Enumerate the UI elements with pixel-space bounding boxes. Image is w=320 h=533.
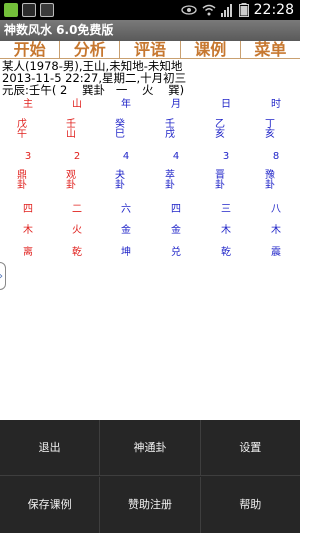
trigram-cell: 乾: [221, 247, 231, 258]
image-icon: [22, 3, 36, 17]
number-cell: 3: [24, 151, 32, 162]
menu-analysis[interactable]: 分析: [60, 41, 121, 59]
battery-icon: [238, 3, 249, 17]
hexagram-row: 鼎卦 观卦 夬卦 萃卦 晋卦 豫卦: [0, 171, 300, 195]
element-cell: 火: [72, 225, 82, 236]
numeral-cell: 四: [23, 204, 33, 215]
header-cell: 年: [121, 99, 131, 110]
settings-button[interactable]: 设置: [201, 420, 300, 475]
element-cell: 木: [23, 225, 33, 236]
trigram-cell: 兑: [171, 247, 181, 258]
ganzhi-cell: 壬山: [66, 119, 76, 140]
element-cell: 木: [271, 225, 281, 236]
trigram-cell: 离: [23, 247, 33, 258]
chevron-right-icon: ›: [0, 271, 3, 282]
eye-icon: [180, 5, 197, 15]
ganzhi-cell: 癸巳: [115, 119, 125, 140]
menu-comments[interactable]: 评语: [120, 41, 181, 59]
trigram-cell: 震: [271, 247, 281, 258]
messenger-icon: [4, 3, 18, 17]
hexagram-cell: 夬卦: [115, 170, 125, 191]
trigram-cell: 坤: [121, 247, 131, 258]
exit-button[interactable]: 退出: [0, 420, 101, 475]
element-cell: 木: [221, 225, 231, 236]
info-line-yuanchen: 元辰:壬午( 2 巽卦 一 火 巽): [2, 83, 185, 97]
status-left-icons: [4, 3, 54, 17]
trigram-cell: 乾: [72, 247, 82, 258]
numeral-cell: 八: [271, 204, 281, 215]
bottom-menu-row: 保存课例 赞助注册 帮助: [0, 477, 300, 533]
signal-icon: [220, 3, 232, 17]
header-cell: 主: [23, 99, 33, 110]
numeral-cell: 四: [171, 204, 181, 215]
header-cell: 时: [271, 99, 281, 110]
numeral-cell: 六: [121, 204, 131, 215]
ganzhi-cell: 乙亥: [215, 119, 225, 140]
header-cell: 月: [171, 99, 181, 110]
hexagram-cell: 观卦: [66, 170, 76, 191]
bottom-menu-row: 退出 神通卦 设置: [0, 420, 300, 476]
hexagram-cell: 萃卦: [165, 170, 175, 191]
number-cell: 3: [222, 151, 230, 162]
ganzhi-row: 戊午 壬山 癸巳 壬戌 乙亥 丁亥: [0, 120, 300, 144]
hexagram-cell: 豫卦: [265, 170, 275, 191]
element-cell: 金: [121, 225, 131, 236]
element-row: 木 火 金 金 木 木: [0, 226, 300, 250]
menu-start[interactable]: 开始: [0, 41, 61, 59]
shentong-gua-button[interactable]: 神通卦: [100, 420, 201, 475]
element-cell: 金: [171, 225, 181, 236]
status-right-icons: 22:28: [180, 2, 294, 18]
ganzhi-cell: 丁亥: [265, 119, 275, 140]
menu-lessons[interactable]: 课例: [181, 41, 241, 59]
number-cell: 8: [272, 151, 280, 162]
menu-menu[interactable]: 菜单: [241, 41, 300, 59]
app-title: 神数风水 6.0免费版: [0, 20, 300, 41]
header-cell: 山: [72, 99, 82, 110]
photo-icon: [40, 3, 54, 17]
hexagram-cell: 鼎卦: [17, 170, 27, 191]
drawer-handle[interactable]: ›: [0, 262, 6, 290]
sponsor-register-button[interactable]: 赞助注册: [100, 477, 201, 533]
status-clock: 22:28: [253, 2, 294, 18]
status-bar: 22:28: [0, 0, 300, 20]
save-lesson-button[interactable]: 保存课例: [0, 477, 101, 533]
number-cell: 2: [73, 151, 81, 162]
numeral-cell: 三: [221, 204, 231, 215]
trigram-row: 离 乾 坤 兑 乾 震: [0, 248, 300, 272]
number-cell: 4: [122, 151, 130, 162]
ganzhi-cell: 壬戌: [165, 119, 175, 140]
wifi-icon: [202, 4, 216, 16]
hexagram-cell: 晋卦: [215, 170, 225, 191]
top-menu: 开始 分析 评语 课例 菜单: [0, 41, 300, 59]
header-cell: 日: [221, 99, 231, 110]
number-cell: 4: [172, 151, 180, 162]
bottom-menu: 退出 神通卦 设置 保存课例 赞助注册 帮助: [0, 420, 300, 533]
help-button[interactable]: 帮助: [201, 477, 300, 533]
ganzhi-cell: 戊午: [17, 119, 27, 140]
numeral-cell: 二: [72, 204, 82, 215]
